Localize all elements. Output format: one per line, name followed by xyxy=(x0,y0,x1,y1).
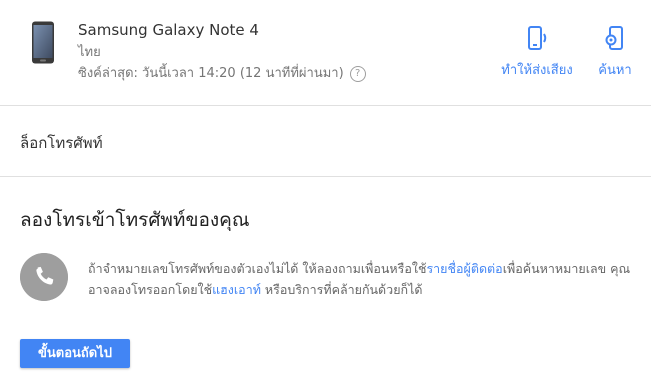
device-region: ไทย xyxy=(78,45,101,60)
hangouts-link[interactable]: แฮงเอาท์ xyxy=(212,282,261,297)
call-phone-heading: ลองโทรเข้าโทรศัพท์ของคุณ xyxy=(20,209,250,231)
device-header: Samsung Galaxy Note 4 ไทย ซิงค์ล่าสุด: ว… xyxy=(0,0,651,105)
last-sync-row: ซิงค์ล่าสุด: วันนี้เวลา 14:20 (12 นาทีที… xyxy=(78,62,366,83)
last-sync-text: ซิงค์ล่าสุด: วันนี้เวลา 14:20 (12 นาทีที… xyxy=(78,66,344,81)
phone-call-icon xyxy=(20,253,68,301)
phone-ring-icon xyxy=(528,26,547,50)
lock-phone-option[interactable]: ล็อกโทรศัพท์ xyxy=(20,131,103,155)
phone-image xyxy=(32,21,54,64)
call-text-part3: หรือบริการที่คล้ายกันด้วยก็ได้ xyxy=(260,282,423,297)
device-name: Samsung Galaxy Note 4 xyxy=(78,21,259,39)
next-step-button[interactable]: ขั้นตอนถัดไป xyxy=(20,339,130,368)
call-instructions: ถ้าจำหมายเลขโทรศัพท์ของตัวเองไม่ได้ ให้ล… xyxy=(88,258,633,300)
find-device-label: ค้นหา xyxy=(598,63,632,78)
ring-device-label: ทำให้ส่งเสียง xyxy=(501,63,573,78)
help-icon[interactable]: ? xyxy=(349,66,366,82)
ring-device-button[interactable]: ทำให้ส่งเสียง xyxy=(493,25,581,80)
divider xyxy=(0,176,651,177)
contacts-link[interactable]: รายชื่อผู้ติดต่อ xyxy=(426,261,502,276)
phone-locate-icon xyxy=(605,26,623,50)
find-device-button[interactable]: ค้นหา xyxy=(593,25,637,80)
divider xyxy=(0,105,651,106)
call-text-part1: ถ้าจำหมายเลขโทรศัพท์ของตัวเองไม่ได้ ให้ล… xyxy=(88,261,427,276)
